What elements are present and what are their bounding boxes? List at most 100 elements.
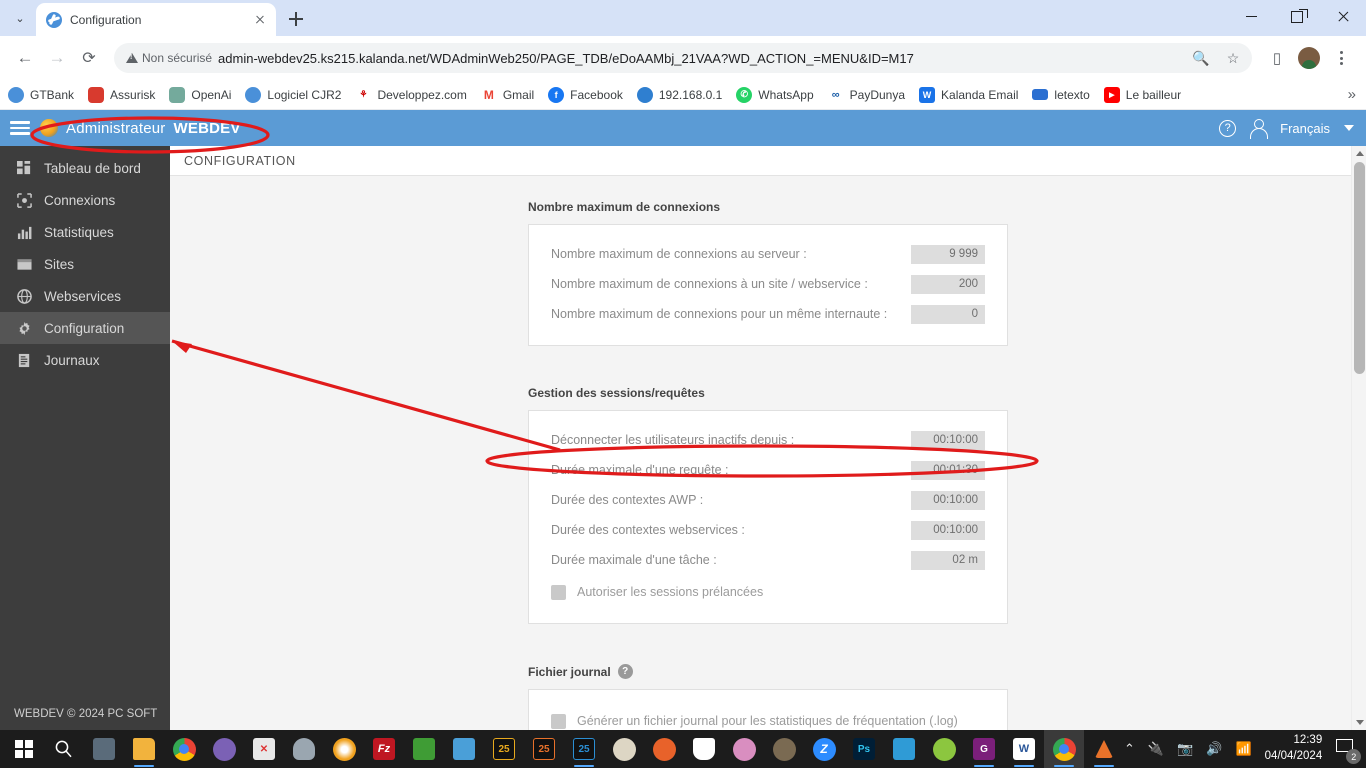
sidebar-item-configuration[interactable]: Configuration	[0, 312, 170, 344]
user-icon[interactable]	[1250, 119, 1269, 139]
winrar-icon[interactable]	[284, 730, 324, 768]
security-status[interactable]: Non sécurisé	[126, 51, 212, 65]
word-icon[interactable]: W	[1004, 730, 1044, 768]
battery-icon[interactable]: 🔌	[1148, 741, 1164, 757]
clock[interactable]: 12:39 04/04/2024	[1265, 733, 1323, 764]
hamburger-menu-icon[interactable]	[10, 121, 30, 135]
bookmark-item[interactable]: ▶ Le bailleur	[1103, 86, 1181, 103]
help-circle-icon[interactable]: ?	[617, 664, 633, 679]
sidebar-item-journaux[interactable]: Journaux	[0, 344, 170, 376]
notes-icon[interactable]	[604, 730, 644, 768]
paint-icon[interactable]	[724, 730, 764, 768]
scrollbar-thumb[interactable]	[1354, 162, 1365, 374]
setting-value[interactable]: 00:10:00	[911, 430, 985, 450]
setting-value[interactable]: 02 m	[911, 550, 985, 570]
sidebar-item-tableau-de-bord[interactable]: Tableau de bord	[0, 152, 170, 184]
contacts-icon[interactable]	[444, 730, 484, 768]
tab-search-button[interactable]: ⌄	[6, 4, 34, 32]
chrome-icon[interactable]	[164, 730, 204, 768]
profile-avatar[interactable]	[1294, 43, 1324, 73]
back-icon[interactable]: ←	[10, 43, 40, 73]
checkbox-row[interactable]: Autoriser les sessions prélancées	[551, 577, 985, 607]
setting-value[interactable]: 00:01:30	[911, 460, 985, 480]
facebook-icon: f	[548, 86, 565, 103]
notification-center-icon[interactable]: 2	[1335, 737, 1362, 764]
chevron-up-icon[interactable]	[1352, 146, 1366, 161]
sidebar-item-connexions[interactable]: Connexions	[0, 184, 170, 216]
paint-pen-icon[interactable]	[644, 730, 684, 768]
checkbox-row[interactable]: Générer un fichier journal pour les stat…	[551, 706, 985, 730]
file-explorer-icon[interactable]	[124, 730, 164, 768]
bookmark-item[interactable]: ⚘ Developpez.com	[355, 86, 467, 103]
calculator-icon[interactable]	[84, 730, 124, 768]
bookmark-item[interactable]: f Facebook	[548, 86, 623, 103]
bookmark-item[interactable]: W Kalanda Email	[919, 86, 1018, 103]
defender-icon[interactable]	[684, 730, 724, 768]
setting-label: Durée maximale d'une requête :	[551, 463, 729, 477]
pdf-icon[interactable]: G	[964, 730, 1004, 768]
notepadpp-icon[interactable]	[404, 730, 444, 768]
excel-delete-icon[interactable]: ✕	[244, 730, 284, 768]
bookmark-item[interactable]: ∞ PayDunya	[827, 86, 905, 103]
wifi-icon[interactable]: 📶	[1235, 741, 1251, 757]
bookmark-item[interactable]: Assurisk	[88, 86, 155, 103]
close-icon[interactable]	[1320, 0, 1366, 32]
search-minus-icon[interactable]: 🔍	[1188, 45, 1214, 71]
windows-start-icon[interactable]	[4, 730, 44, 768]
maximize-icon[interactable]	[1274, 0, 1320, 32]
filezilla-icon[interactable]: Fz	[364, 730, 404, 768]
camera-icon[interactable]: 📷	[1177, 741, 1193, 757]
setting-value[interactable]: 00:10:00	[911, 490, 985, 510]
forward-icon[interactable]: →	[42, 43, 72, 73]
setting-value[interactable]: 0	[911, 304, 985, 324]
bookmark-item[interactable]: letexto	[1032, 88, 1090, 102]
chevron-up-icon[interactable]: ⌃	[1124, 741, 1135, 757]
browser-tab[interactable]: Configuration	[36, 3, 276, 36]
windev25-icon[interactable]: 25	[484, 730, 524, 768]
webdev25-icon[interactable]: 25	[524, 730, 564, 768]
sidebar-item-statistiques[interactable]: Statistiques	[0, 216, 170, 248]
reload-icon[interactable]: ⟳	[74, 43, 104, 73]
search-icon[interactable]	[44, 730, 84, 768]
gimp-icon[interactable]	[764, 730, 804, 768]
zoom-icon[interactable]: Z	[804, 730, 844, 768]
sidebar-item-sites[interactable]: Sites	[0, 248, 170, 280]
windev-mobile-icon[interactable]: 25	[564, 730, 604, 768]
address-bar[interactable]: Non sécurisé admin-webdev25.ks215.kaland…	[114, 43, 1252, 73]
close-icon[interactable]	[252, 12, 268, 28]
chevron-down-icon[interactable]	[1344, 125, 1354, 131]
media-player-icon[interactable]	[204, 730, 244, 768]
bookmark-item[interactable]: Logiciel CJR2	[245, 86, 341, 103]
star-icon[interactable]: ☆	[1220, 45, 1246, 71]
bookmark-item[interactable]: 192.168.0.1	[636, 86, 722, 103]
setting-value[interactable]: 00:10:00	[911, 520, 985, 540]
bookmark-item[interactable]: OpenAi	[169, 86, 231, 103]
sidebar-item-webservices[interactable]: Webservices	[0, 280, 170, 312]
setting-value[interactable]: 9 999	[911, 244, 985, 264]
photoshop-icon[interactable]: Ps	[844, 730, 884, 768]
cd-burner-icon[interactable]	[324, 730, 364, 768]
sidebar-item-label: Statistiques	[44, 224, 114, 240]
minimize-icon[interactable]	[1228, 0, 1274, 32]
checkbox-generer-fichier-journal[interactable]	[551, 713, 566, 729]
chrome-active-icon[interactable]	[1044, 730, 1084, 768]
sql-icon[interactable]	[884, 730, 924, 768]
vertical-scrollbar[interactable]	[1351, 146, 1366, 730]
checkbox-autoriser-sessions-prelancees[interactable]	[551, 584, 566, 600]
chevron-down-icon[interactable]	[1352, 715, 1366, 730]
volume-icon[interactable]: 🔊	[1206, 741, 1222, 757]
bookmark-item[interactable]: M Gmail	[480, 86, 534, 103]
language-label[interactable]: Français	[1280, 121, 1330, 136]
security-label: Non sécurisé	[142, 51, 213, 65]
vlc-icon[interactable]	[1084, 730, 1124, 768]
bookmarks-overflow-icon[interactable]: »	[1348, 86, 1356, 103]
kebab-menu-icon[interactable]	[1326, 43, 1356, 73]
bookmark-item[interactable]: ✆ WhatsApp	[736, 86, 814, 103]
help-circle-icon[interactable]: ?	[1219, 119, 1237, 137]
search-green-icon[interactable]	[924, 730, 964, 768]
app-header: Administrateur WEBDEV ? Français	[0, 110, 1366, 146]
setting-value[interactable]: 200	[911, 274, 985, 294]
new-tab-button[interactable]	[282, 5, 310, 33]
side-panel-icon[interactable]: ▯	[1262, 43, 1292, 73]
bookmark-item[interactable]: GTBank	[8, 86, 74, 103]
